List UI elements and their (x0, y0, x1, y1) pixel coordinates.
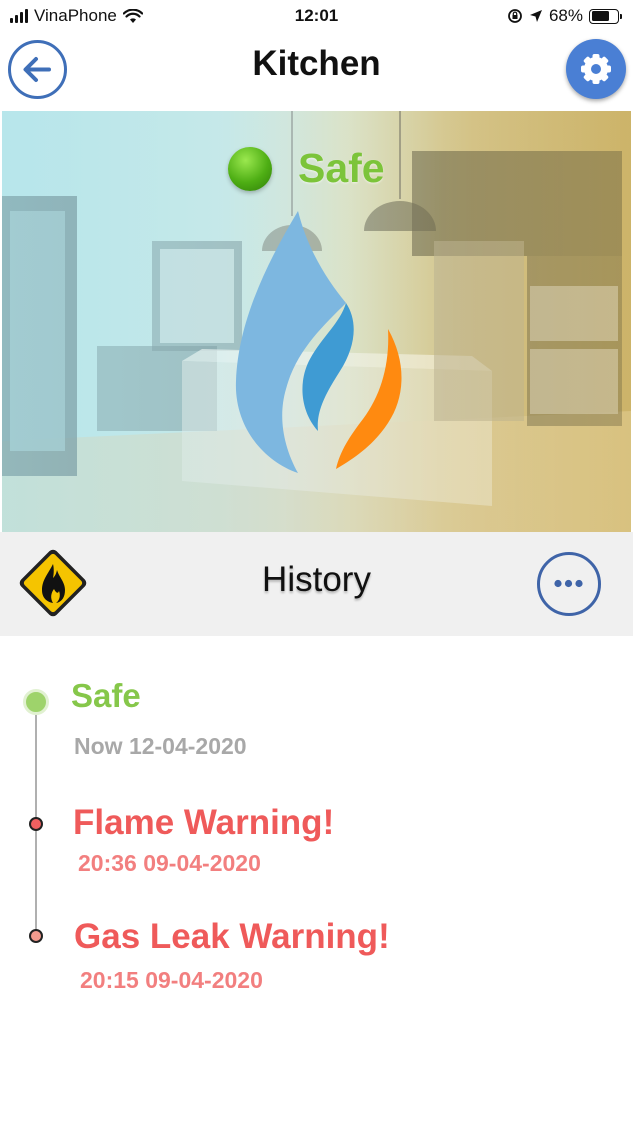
settings-button[interactable] (566, 39, 626, 99)
page-title: Kitchen (252, 44, 381, 83)
timeline-dot-safe (23, 689, 49, 715)
room-status-banner: Safe (2, 111, 631, 532)
event-title-safe: Safe (71, 677, 141, 714)
location-icon (529, 10, 542, 22)
more-options-button[interactable] (537, 552, 601, 616)
event-time-flame-warning: 20:36 09-04-2020 (78, 850, 261, 876)
more-horizontal-icon (554, 579, 583, 588)
status-text: Safe (298, 145, 385, 191)
history-header: History (0, 532, 633, 636)
status-bar: VinaPhone 12:01 68% (0, 0, 633, 34)
flame-logo-icon (235, 211, 402, 473)
status-icons: 68% (507, 6, 622, 26)
orientation-lock-icon (508, 9, 522, 23)
event-title-flame-warning[interactable]: Flame Warning! (73, 803, 334, 843)
battery-icon (589, 8, 622, 24)
event-title-gas-leak-warning[interactable]: Gas Leak Warning! (74, 917, 390, 957)
safety-status: Safe (228, 145, 385, 192)
event-time-safe: Now 12-04-2020 (74, 733, 247, 759)
timeline-dot-flame (29, 817, 43, 831)
event-time-gas-leak-warning: 20:15 09-04-2020 (80, 967, 263, 993)
status-indicator-dot (228, 146, 272, 191)
gear-icon (581, 54, 611, 84)
timeline-dot-gas (29, 929, 43, 943)
battery-percent: 68% (548, 6, 583, 25)
